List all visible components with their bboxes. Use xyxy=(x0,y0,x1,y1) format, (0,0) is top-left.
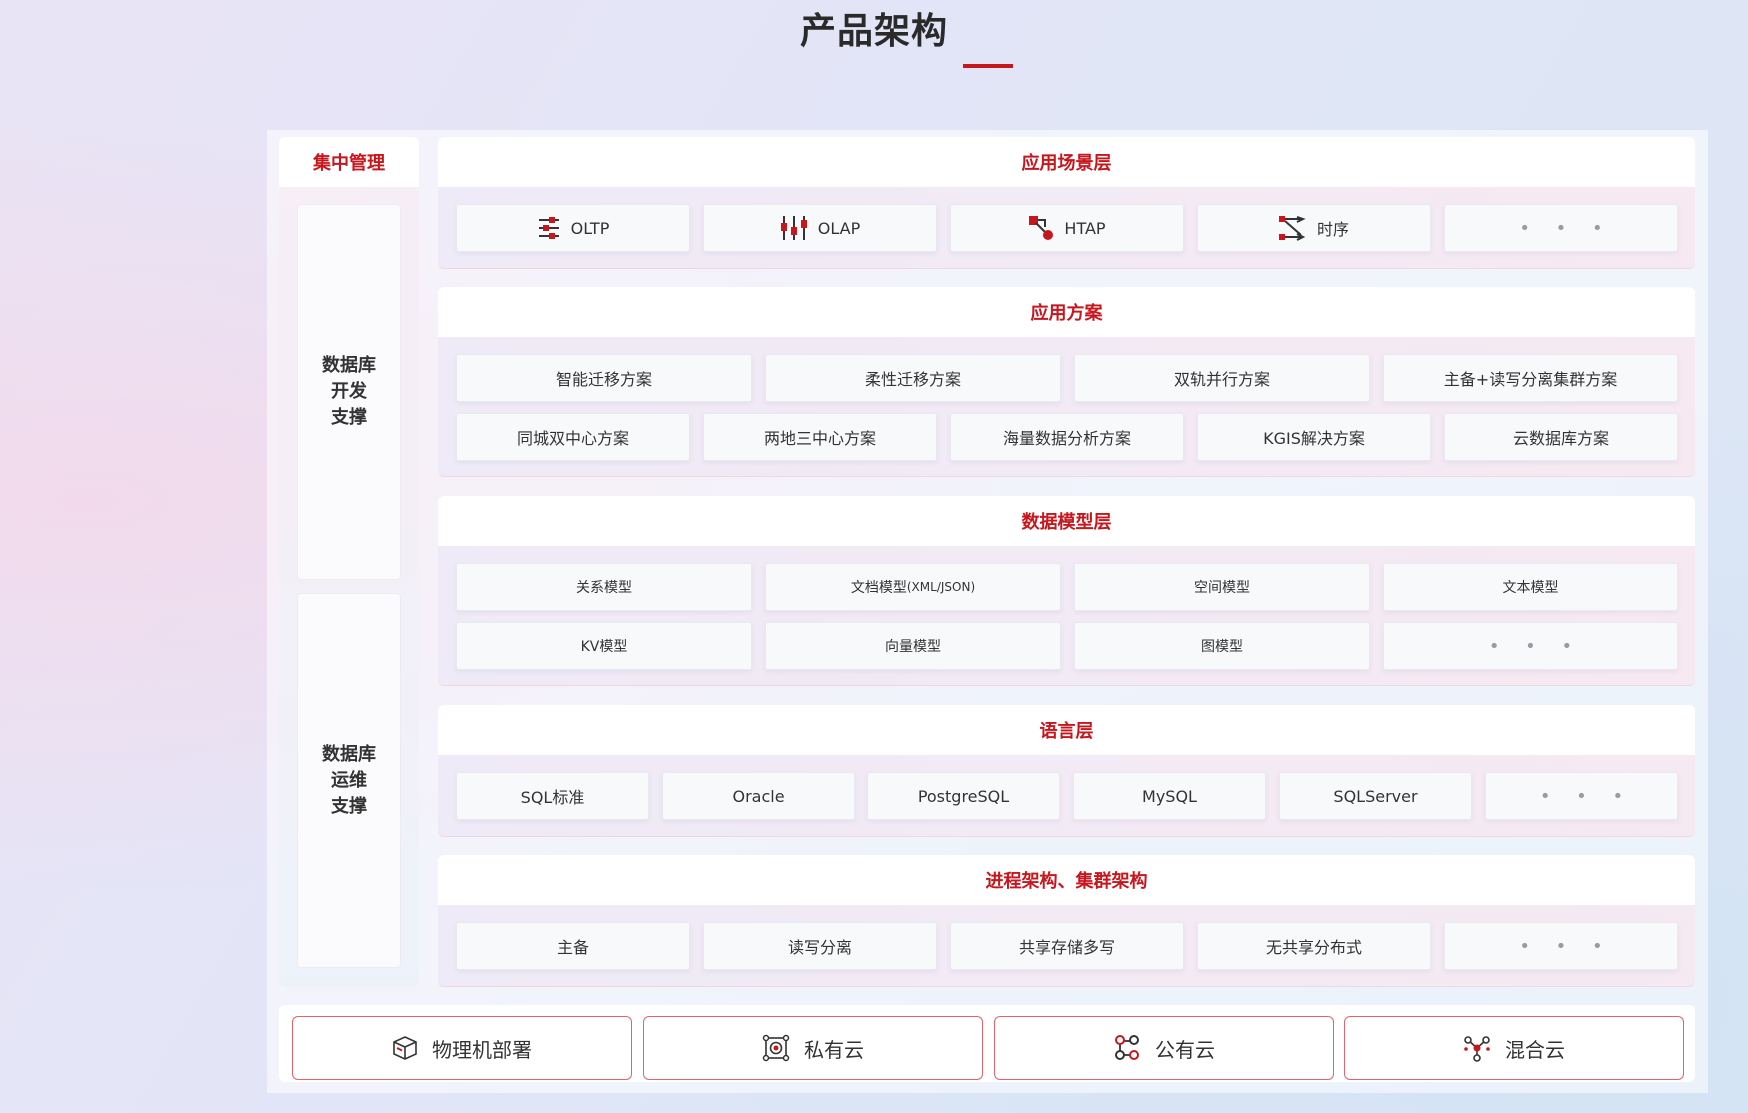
hybrid-cloud-icon xyxy=(1463,1034,1491,1062)
model-suffix: (XML/JSON) xyxy=(906,580,976,594)
solution-item[interactable]: 云数据库方案 xyxy=(1444,413,1678,461)
cluster-item[interactable]: 主备 xyxy=(456,922,690,970)
public-cloud-icon xyxy=(1113,1034,1141,1062)
scenario-label: HTAP xyxy=(1064,218,1106,238)
candlestick-icon xyxy=(780,215,808,241)
language-item[interactable]: MySQL xyxy=(1073,772,1266,820)
model-item[interactable]: KV模型 xyxy=(456,622,752,670)
section-title: 数据模型层 xyxy=(438,496,1695,546)
nodes-icon xyxy=(1028,215,1054,241)
more-dots: • • • xyxy=(1488,635,1583,657)
scenario-timeseries[interactable]: 时序 xyxy=(1197,204,1431,252)
solution-item[interactable]: KGIS解决方案 xyxy=(1197,413,1431,461)
more-dots: • • • xyxy=(1539,785,1634,807)
model-item[interactable]: 图模型 xyxy=(1074,622,1370,670)
db-ops-support: 数据库 运维 支撑 xyxy=(297,593,401,968)
flow-icon xyxy=(1278,215,1307,241)
model-more[interactable]: • • • xyxy=(1383,622,1678,670)
solution-item[interactable]: 海量数据分析方案 xyxy=(950,413,1184,461)
model-label: 文档模型 xyxy=(850,580,907,596)
deploy-label: 公有云 xyxy=(1155,1037,1215,1062)
cluster-item[interactable]: 共享存储多写 xyxy=(950,922,1184,970)
section-title: 进程架构、集群架构 xyxy=(438,855,1695,905)
deploy-private-cloud[interactable]: 私有云 xyxy=(643,1016,983,1080)
deploy-hybrid-cloud[interactable]: 混合云 xyxy=(1344,1016,1684,1080)
section-title: 应用场景层 xyxy=(438,137,1695,187)
more-dots: • • • xyxy=(1519,935,1613,957)
solution-item[interactable]: 柔性迁移方案 xyxy=(765,354,1061,402)
language-item[interactable]: Oracle xyxy=(662,772,855,820)
scenario-label: OLAP xyxy=(817,218,861,238)
model-item-document[interactable]: 文档模型 (XML/JSON) xyxy=(765,563,1061,611)
cluster-item[interactable]: 无共享分布式 xyxy=(1197,922,1431,970)
solution-item[interactable]: 主备+读写分离集群方案 xyxy=(1383,354,1678,402)
central-management-header: 集中管理 xyxy=(279,137,419,187)
sliders-icon xyxy=(537,215,561,241)
db-dev-support: 数据库 开发 支撑 xyxy=(297,204,401,580)
model-item[interactable]: 空间模型 xyxy=(1074,563,1370,611)
cluster-item[interactable]: 读写分离 xyxy=(703,922,937,970)
cluster-more[interactable]: • • • xyxy=(1444,922,1678,970)
more-dots: • • • xyxy=(1519,217,1613,239)
scenario-htap[interactable]: HTAP xyxy=(950,204,1184,252)
deploy-public-cloud[interactable]: 公有云 xyxy=(994,1016,1334,1080)
private-cloud-icon xyxy=(762,1034,790,1062)
scenario-olap[interactable]: OLAP xyxy=(703,204,937,252)
language-item[interactable]: PostgreSQL xyxy=(867,772,1060,820)
section-title: 应用方案 xyxy=(438,287,1695,337)
cube-icon xyxy=(392,1035,418,1061)
scenario-label: OLTP xyxy=(570,218,610,238)
deploy-label: 私有云 xyxy=(804,1037,864,1062)
model-item[interactable]: 关系模型 xyxy=(456,563,752,611)
language-item[interactable]: SQLServer xyxy=(1279,772,1472,820)
scenario-oltp[interactable]: OLTP xyxy=(456,204,690,252)
deploy-label: 混合云 xyxy=(1505,1037,1565,1062)
language-more[interactable]: • • • xyxy=(1485,772,1678,820)
solution-item[interactable]: 智能迁移方案 xyxy=(456,354,752,402)
solution-item[interactable]: 两地三中心方案 xyxy=(703,413,937,461)
solution-item[interactable]: 双轨并行方案 xyxy=(1074,354,1370,402)
page-title: 产品架构 xyxy=(799,11,948,52)
model-item[interactable]: 文本模型 xyxy=(1383,563,1678,611)
section-title: 语言层 xyxy=(438,705,1695,755)
scenario-label: 时序 xyxy=(1316,220,1349,239)
deploy-label: 物理机部署 xyxy=(432,1037,532,1062)
title-underline xyxy=(963,64,1013,68)
language-item[interactable]: SQL标准 xyxy=(456,772,649,820)
model-item[interactable]: 向量模型 xyxy=(765,622,1061,670)
scenario-more[interactable]: • • • xyxy=(1444,204,1678,252)
solution-item[interactable]: 同城双中心方案 xyxy=(456,413,690,461)
deploy-physical[interactable]: 物理机部署 xyxy=(292,1016,632,1080)
